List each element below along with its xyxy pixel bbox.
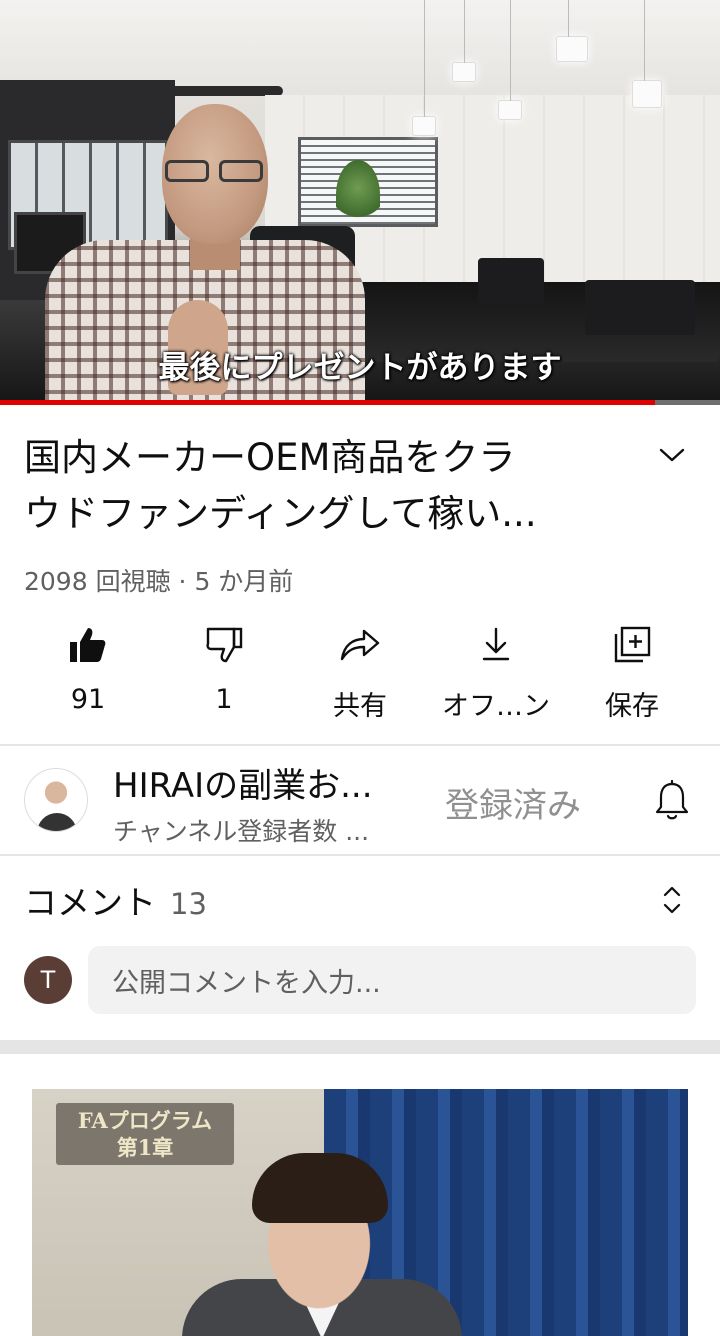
expand-description-button[interactable] xyxy=(650,435,694,475)
thumbs-up-icon xyxy=(70,628,106,662)
share-button[interactable]: 共有 xyxy=(292,620,428,722)
thumbnail-caption-line: FAプログラム xyxy=(77,1108,213,1133)
video-progress-fill xyxy=(0,400,656,405)
thumbnail-person-hair xyxy=(252,1153,388,1223)
action-bar: 91 1 共有 オフ…ン 保存 xyxy=(0,620,720,722)
share-label: 共有 xyxy=(333,691,387,722)
comments-expand-button[interactable] xyxy=(656,882,688,918)
share-icon xyxy=(340,629,380,661)
comments-title: コメント xyxy=(24,883,156,922)
save-label: 保存 xyxy=(605,691,659,722)
divider xyxy=(0,854,720,856)
bell-icon xyxy=(655,779,689,820)
thumbs-down-icon xyxy=(206,627,243,663)
channel-avatar[interactable] xyxy=(24,768,88,832)
chevron-down-icon xyxy=(659,448,685,462)
comments-header[interactable]: コメント 13 xyxy=(24,876,207,924)
channel-name[interactable]: HIRAIの副業お... xyxy=(113,758,423,807)
meta-separator: · xyxy=(178,567,187,596)
save-playlist-icon xyxy=(614,626,651,663)
presenter-glasses xyxy=(165,160,265,184)
section-separator xyxy=(0,1040,720,1054)
video-subtitle: 最後にプレゼントがあります xyxy=(158,350,562,385)
subscribed-button[interactable]: 登録済み xyxy=(445,778,581,827)
download-button[interactable]: オフ…ン xyxy=(428,620,564,722)
thumbnail-caption: FAプログラム 第1章 xyxy=(56,1103,234,1165)
upload-age: 5 か月前 xyxy=(194,567,294,596)
dislike-count: 1 xyxy=(215,684,233,715)
notification-bell-button[interactable] xyxy=(650,775,694,825)
like-count: 91 xyxy=(70,684,106,715)
channel-subscriber-count: チャンネル登録者数 ... xyxy=(113,817,370,846)
save-button[interactable]: 保存 xyxy=(564,620,700,722)
video-title[interactable]: 国内メーカーOEM商品をクラ ウドファンディングして稼い... xyxy=(24,430,624,542)
download-icon xyxy=(482,627,510,661)
video-title-line: ウドファンディングして稼い... xyxy=(24,492,537,535)
like-button[interactable]: 91 xyxy=(20,620,156,720)
video-meta: 2098 回視聴 · 5 か月前 xyxy=(24,562,293,598)
view-count: 2098 回視聴 xyxy=(24,567,171,596)
unfold-icon xyxy=(663,886,681,914)
user-avatar: T xyxy=(24,956,72,1004)
video-progress-bar[interactable] xyxy=(0,400,720,405)
next-video-thumbnail[interactable]: FAプログラム 第1章 xyxy=(32,1089,688,1336)
dislike-button[interactable]: 1 xyxy=(156,620,292,720)
divider xyxy=(0,744,720,746)
video-player[interactable]: 最後にプレゼントがあります xyxy=(0,0,720,405)
comments-count: 13 xyxy=(170,887,207,921)
video-title-line: 国内メーカーOEM商品をクラ xyxy=(24,436,516,479)
thumbnail-caption-line: 第1章 xyxy=(116,1135,174,1160)
download-label: オフ…ン xyxy=(442,691,550,722)
comment-input[interactable]: 公開コメントを入力... xyxy=(88,946,696,1014)
